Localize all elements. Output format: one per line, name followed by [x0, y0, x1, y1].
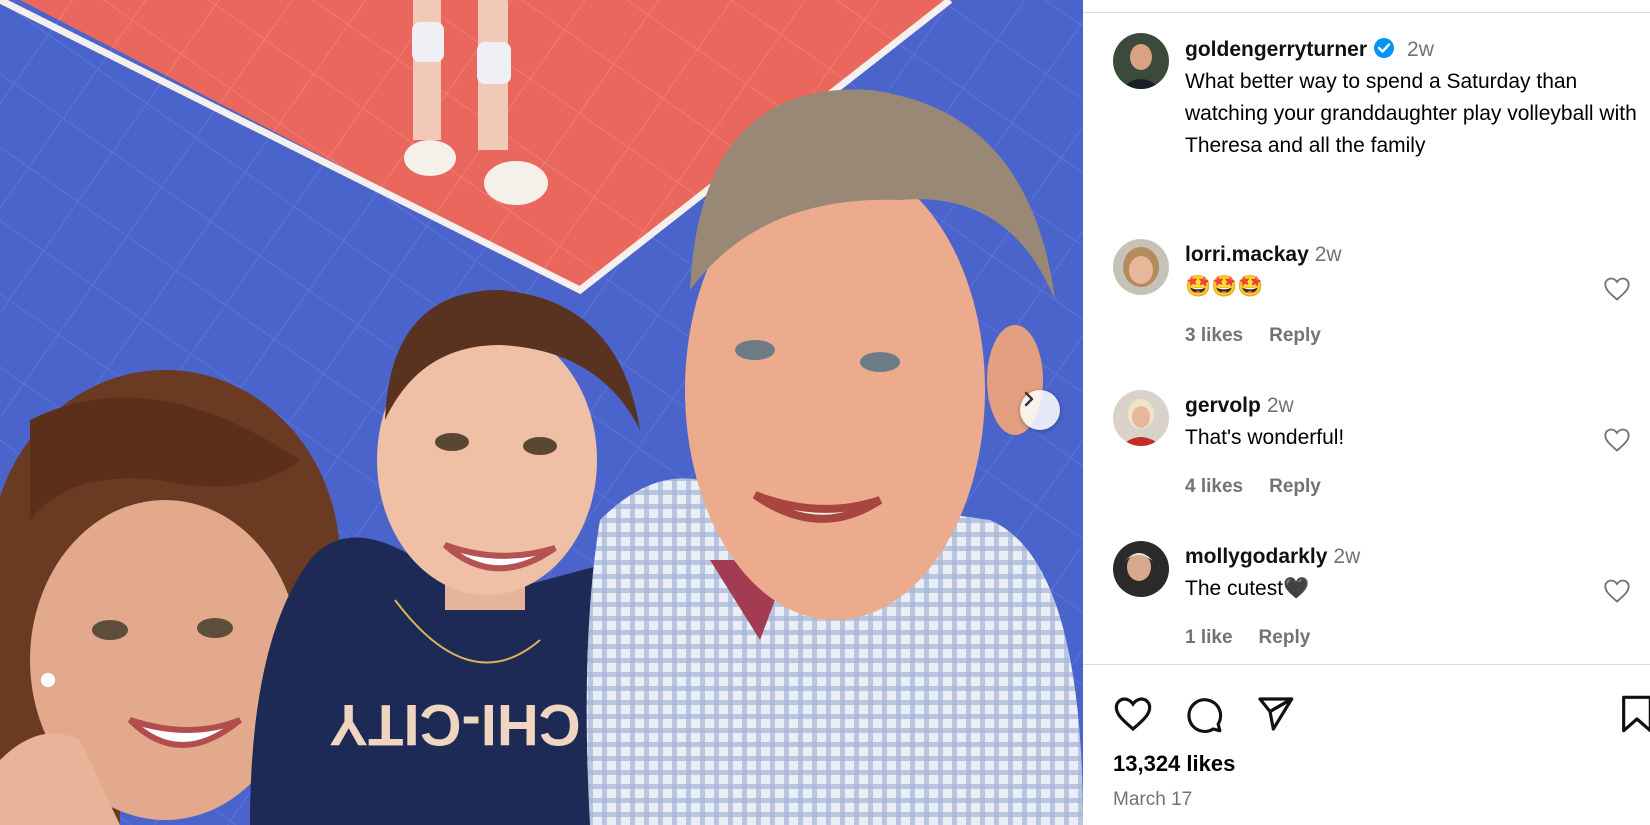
commenter-avatar-image — [1113, 541, 1169, 597]
comment-username[interactable]: mollygodarkly — [1185, 545, 1327, 568]
verified-badge-icon — [1374, 38, 1395, 58]
comment-header: mollygodarkly 2w — [1185, 541, 1360, 573]
heart-icon[interactable] — [1113, 694, 1153, 734]
chevron-right-icon — [1024, 391, 1034, 407]
divider — [1083, 664, 1650, 665]
comment-text: That's wonderful! — [1185, 426, 1345, 449]
avatar[interactable] — [1113, 541, 1169, 597]
comment-time[interactable]: 2w — [1315, 243, 1342, 266]
comment-likes[interactable]: 1 like — [1185, 627, 1233, 648]
post-date[interactable]: March 17 — [1113, 789, 1192, 811]
heart-icon[interactable] — [1603, 275, 1631, 303]
post-photo[interactable]: CHI-CITY — [0, 0, 1083, 825]
comment-text: The cutest🖤 — [1185, 577, 1310, 600]
avatar[interactable] — [1113, 239, 1169, 295]
bookmark-icon[interactable] — [1617, 694, 1650, 734]
comment-icon[interactable] — [1184, 694, 1224, 734]
comments-panel: goldengerryturner 2w What better way to s… — [1083, 0, 1650, 825]
heart-icon[interactable] — [1603, 426, 1631, 454]
post-time[interactable]: 2w — [1407, 38, 1434, 61]
next-photo-button[interactable] — [1020, 390, 1060, 430]
likes-count[interactable]: 13,324 likes — [1113, 751, 1235, 777]
comment-username[interactable]: gervolp — [1185, 394, 1261, 417]
comment-likes[interactable]: 3 likes — [1185, 325, 1243, 346]
comment-time[interactable]: 2w — [1267, 394, 1294, 417]
selfie-image: CHI-CITY — [0, 0, 1083, 825]
post-caption: What better way to spend a Saturday than… — [1185, 70, 1637, 157]
share-icon[interactable] — [1255, 694, 1295, 734]
divider — [1083, 12, 1650, 13]
comment-username[interactable]: lorri.mackay — [1185, 243, 1309, 266]
avatar[interactable] — [1113, 390, 1169, 446]
reply-button[interactable]: Reply — [1269, 325, 1321, 346]
commenter-avatar-image — [1113, 390, 1169, 446]
avatar[interactable] — [1113, 33, 1169, 89]
comment-time[interactable]: 2w — [1333, 545, 1360, 568]
comment-meta: 1 like Reply — [1185, 627, 1336, 649]
comment-meta: 3 likes Reply — [1185, 325, 1347, 347]
comment-header: gervolp 2w — [1185, 390, 1294, 422]
jersey-text: CHI-CITY — [329, 692, 580, 757]
comment-likes[interactable]: 4 likes — [1185, 476, 1243, 497]
comment-header: lorri.mackay 2w — [1185, 239, 1342, 271]
reply-button[interactable]: Reply — [1269, 476, 1321, 497]
commenter-avatar-image — [1113, 239, 1169, 295]
comment-meta: 4 likes Reply — [1185, 476, 1347, 498]
author-username[interactable]: goldengerryturner — [1185, 38, 1367, 61]
reply-button[interactable]: Reply — [1259, 627, 1311, 648]
heart-icon[interactable] — [1603, 577, 1631, 605]
comment-text: 🤩🤩🤩 — [1185, 275, 1264, 298]
post-header: goldengerryturner 2w — [1185, 34, 1434, 66]
author-avatar-image — [1113, 33, 1169, 89]
